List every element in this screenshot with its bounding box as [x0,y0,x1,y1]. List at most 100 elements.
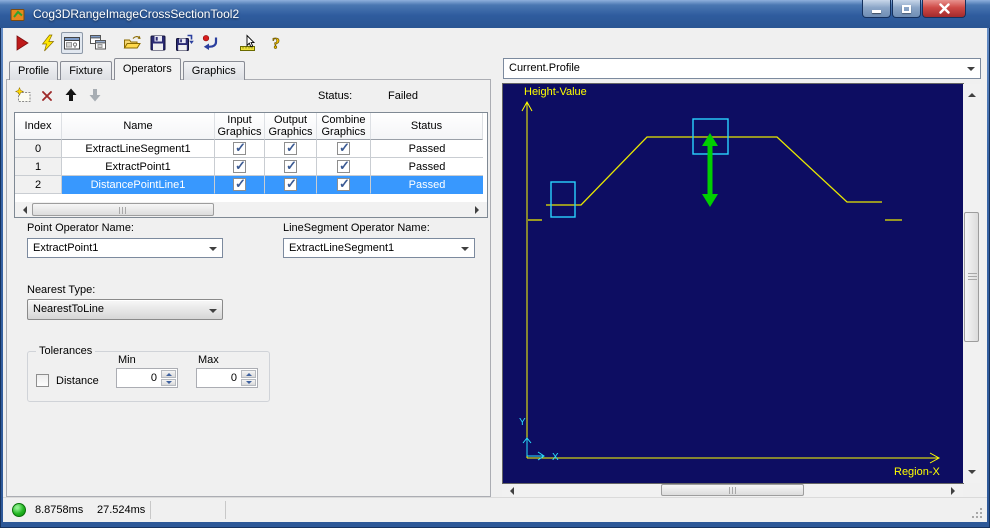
nearest-type-value: NearestToLine [33,303,104,315]
column-header-combine-graphics[interactable]: Combine Graphics [317,113,371,140]
resize-grip[interactable] [971,507,983,519]
table-row[interactable]: 1 ExtractPoint1 ✓ ✓ ✓ Passed [15,158,487,176]
cell-output-graphics: ✓ [265,176,317,194]
checkbox-checked[interactable]: ✓ [337,140,350,155]
cell-input-graphics: ✓ [215,140,265,158]
help-button[interactable]: ? [265,32,287,54]
nearest-type-combobox[interactable]: NearestToLine [27,299,223,320]
minimize-button[interactable] [862,0,891,18]
column-header-name[interactable]: Name [62,113,215,140]
scroll-left-icon[interactable] [506,487,514,495]
column-header-status[interactable]: Status [371,113,483,140]
profile-selector-combobox[interactable]: Current.Profile [503,58,981,79]
profile-display[interactable]: Height-Value Region-X Y X [502,83,964,484]
operators-table[interactable]: Index Name Input Graphics Output Graphic… [14,112,488,218]
max-value: 0 [230,372,237,384]
min-spinner[interactable]: 0 [116,368,178,388]
move-down-button[interactable] [86,86,104,104]
display-hscrollbar-thumb[interactable] [661,484,804,496]
cell-name: ExtractPoint1 [62,158,215,176]
statusbar-separator [225,501,226,519]
tolerances-legend: Tolerances [36,345,96,357]
column-header-input-graphics[interactable]: Input Graphics [215,113,265,140]
display-hscrollbar[interactable] [502,484,963,497]
linesegment-operator-combobox[interactable]: ExtractLineSegment1 [283,238,475,258]
spin-up-icon[interactable] [161,370,176,378]
run-live-button[interactable] [37,32,59,54]
status-label: Status: [318,90,353,102]
spin-down-icon[interactable] [241,378,256,386]
delete-operator-button[interactable] [38,86,56,104]
arrow-up-icon [65,88,77,101]
scroll-up-icon[interactable] [968,89,976,97]
save-as-button[interactable] [173,32,195,54]
cell-name: ExtractLineSegment1 [62,140,215,158]
tab-fixture[interactable]: Fixture [60,61,112,80]
cell-status: Passed [371,140,483,158]
y-axis-label: Height-Value [524,86,587,98]
distance-checkbox[interactable] [36,374,49,387]
pointer-ruler-icon [240,34,256,51]
checkbox-checked[interactable]: ✓ [337,176,350,191]
checkbox-checked[interactable]: ✓ [233,158,246,173]
max-label: Max [198,354,219,366]
minimize-icon [872,9,881,13]
float-window-button[interactable] [87,32,109,54]
save-file-button[interactable] [147,32,169,54]
cell-output-graphics: ✓ [265,140,317,158]
tolerances-group: Tolerances Distance Min 0 Max 0 [27,345,270,402]
linesegment-operator-label: LineSegment Operator Name: [283,222,430,234]
cell-status: Passed [371,158,483,176]
min-value: 0 [150,372,157,384]
point-operator-combobox[interactable]: ExtractPoint1 [27,238,223,258]
checkbox-checked[interactable]: ✓ [337,158,350,173]
max-spinner[interactable]: 0 [196,368,258,388]
distance-label: Distance [56,375,99,387]
display-vscrollbar-thumb[interactable] [964,212,979,342]
scroll-right-icon[interactable] [951,487,959,495]
checkbox-checked[interactable]: ✓ [284,140,297,155]
tab-graphics[interactable]: Graphics [182,61,245,80]
cell-combine-graphics: ✓ [317,176,371,194]
delete-x-icon [42,91,52,101]
titlebar[interactable]: Cog3DRangeImageCrossSectionTool2 [0,0,990,28]
scroll-right-icon[interactable] [475,206,483,214]
close-button[interactable] [922,0,966,18]
cell-index: 2 [15,176,62,194]
scroll-left-icon[interactable] [19,206,27,214]
cell-index: 0 [15,140,62,158]
open-file-button[interactable] [121,32,143,54]
reset-icon [202,35,217,50]
add-operator-button[interactable] [14,86,32,104]
cell-combine-graphics: ✓ [317,158,371,176]
point-operator-value: ExtractPoint1 [33,242,99,254]
tab-operators[interactable]: Operators [113,58,181,80]
column-header-index[interactable]: Index [15,113,62,140]
profile-selector-value: Current.Profile [509,62,580,74]
maximize-button[interactable] [892,0,921,18]
cell-combine-graphics: ✓ [317,140,371,158]
spin-up-icon[interactable] [241,370,256,378]
table-row-selected[interactable]: 2 DistancePointLine1 ✓ ✓ ✓ Passed [15,176,487,194]
point-operator-label: Point Operator Name: [27,222,134,234]
run-button[interactable] [11,32,33,54]
table-hscrollbar[interactable] [15,202,487,217]
checkbox-checked[interactable]: ✓ [233,140,246,155]
table-hscrollbar-thumb[interactable] [32,203,214,216]
interactive-graphics-button[interactable] [237,32,259,54]
display-vscrollbar[interactable] [963,84,981,483]
move-up-button[interactable] [62,86,80,104]
tab-profile[interactable]: Profile [9,61,59,80]
checkbox-checked[interactable]: ✓ [233,176,246,191]
scroll-down-icon[interactable] [968,470,976,478]
checkbox-checked[interactable]: ✓ [284,176,297,191]
min-label: Min [118,354,136,366]
column-header-output-graphics[interactable]: Output Graphics [265,113,317,140]
save-as-icon [175,34,194,51]
result-window-button[interactable] [61,32,83,54]
nearest-type-label: Nearest Type: [27,284,96,296]
checkbox-checked[interactable]: ✓ [284,158,297,173]
spin-down-icon[interactable] [161,378,176,386]
table-row[interactable]: 0 ExtractLineSegment1 ✓ ✓ ✓ Passed [15,140,487,158]
reset-button[interactable] [199,32,221,54]
